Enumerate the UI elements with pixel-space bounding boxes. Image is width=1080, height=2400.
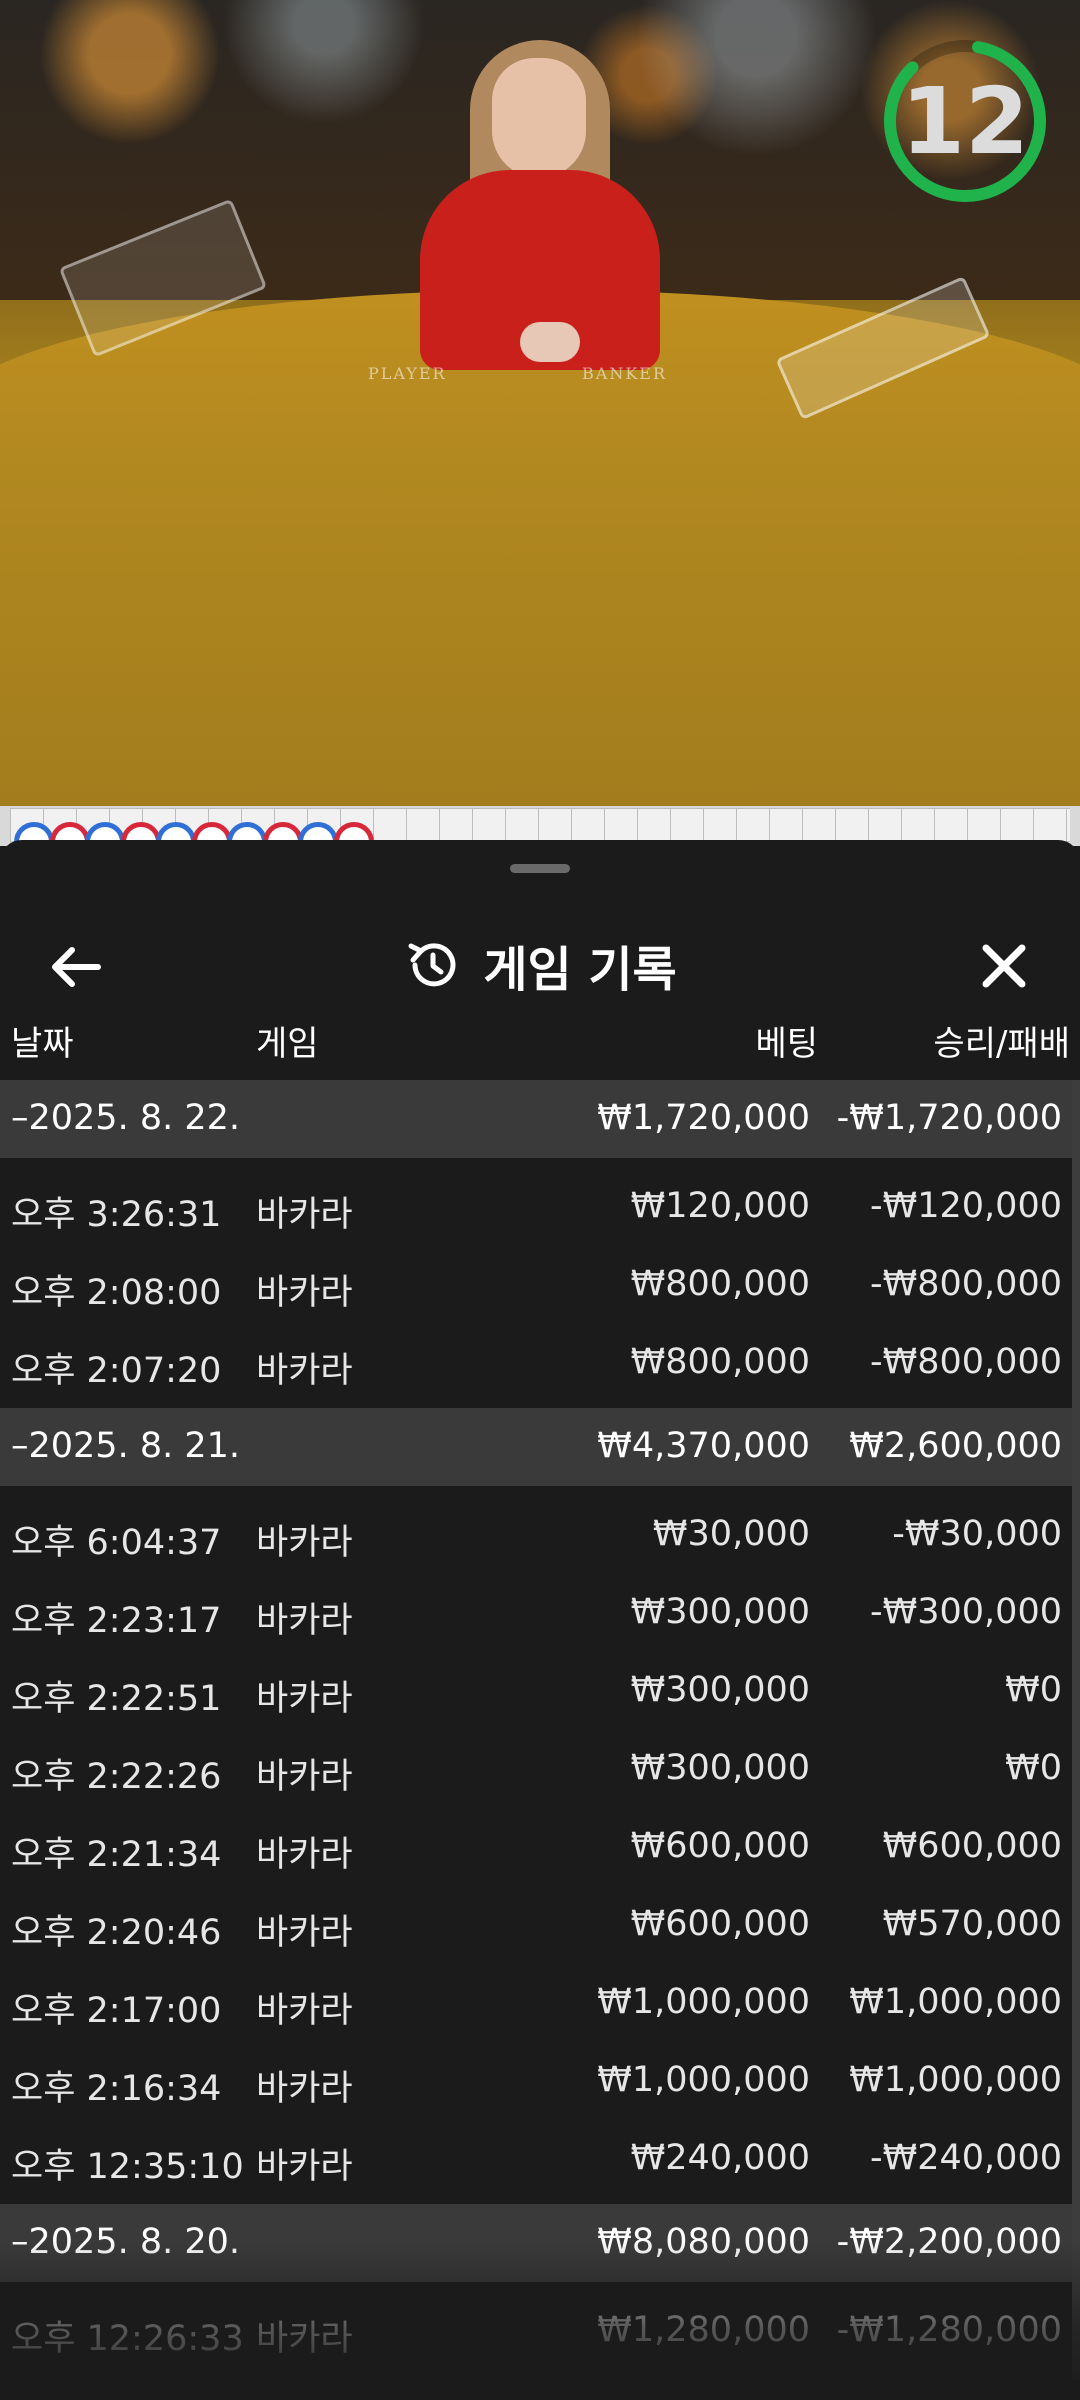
row-win-loss: ₩0: [1005, 1670, 1062, 1710]
row-win-loss: -₩800,000: [870, 1264, 1062, 1304]
table-row[interactable]: 오후 2:16:34 바카라 ₩1,000,000 ₩1,000,000: [0, 2040, 1072, 2118]
table-row[interactable]: 오후 6:04:37 바카라 ₩30,000 -₩30,000: [0, 1494, 1072, 1572]
row-game: 바카라: [256, 1273, 353, 1313]
scrollbar[interactable]: [1072, 1080, 1080, 2380]
group-win-total: -₩2,200,000: [836, 2222, 1062, 2262]
group-bet-total: ₩4,370,000: [597, 1426, 810, 1466]
row-game: 바카라: [256, 1195, 353, 1235]
sheet-title-group: 게임 기록: [0, 930, 1080, 1000]
sheet-header: 게임 기록: [0, 900, 1080, 1030]
column-header-row: 날짜 게임 베팅 승리/패배: [0, 1016, 1080, 1076]
column-header-win-loss: 승리/패배: [933, 1024, 1070, 1064]
row-bet: ₩1,000,000: [597, 2060, 810, 2100]
row-bet: ₩240,000: [630, 2138, 810, 2178]
table-row[interactable]: 오후 2:08:00 바카라 ₩800,000 -₩800,000: [0, 1244, 1072, 1322]
history-list[interactable]: –2025. 8. 22. ₩1,720,000 -₩1,720,000 오후 3:2…: [0, 1080, 1080, 2376]
table-row[interactable]: 오후 2:20:46 바카라 ₩600,000 ₩570,000: [0, 1884, 1072, 1962]
row-bet: ₩120,000: [630, 1186, 810, 1226]
row-time: 오후 12:35:10: [11, 2147, 244, 2187]
date-group-header[interactable]: –2025. 8. 21. ₩4,370,000 ₩2,600,000: [0, 1408, 1072, 1486]
row-win-loss: ₩600,000: [882, 1826, 1062, 1866]
row-win-loss: -₩300,000: [870, 1592, 1062, 1632]
row-game: 바카라: [256, 1835, 353, 1875]
felt-label-banker: BANKER: [582, 364, 667, 383]
live-video: PLAYER BANKER 12: [0, 0, 1080, 806]
row-game: 바카라: [256, 2319, 353, 2359]
close-icon: [982, 944, 1026, 988]
row-bet: ₩1,280,000: [597, 2310, 810, 2350]
game-history-sheet: 게임 기록 날짜 게임 베팅 승리/패배 –2025. 8. 22. ₩1,720…: [0, 840, 1080, 2400]
close-button[interactable]: [976, 938, 1032, 994]
row-time: 오후 12:26:33: [11, 2319, 244, 2359]
table-row[interactable]: 오후 2:22:26 바카라 ₩300,000 ₩0: [0, 1728, 1072, 1806]
row-bet: ₩300,000: [630, 1592, 810, 1632]
row-game: 바카라: [256, 1523, 353, 1563]
group-date: –2025. 8. 22.: [11, 1098, 241, 1138]
row-game: 바카라: [256, 1679, 353, 1719]
row-bet: ₩1,000,000: [597, 1982, 810, 2022]
row-win-loss: ₩570,000: [882, 1904, 1062, 1944]
group-win-total: -₩1,720,000: [836, 1098, 1062, 1138]
row-game: 바카라: [256, 2147, 353, 2187]
row-time: 오후 2:22:51: [11, 1679, 222, 1719]
row-win-loss: ₩1,000,000: [849, 1982, 1062, 2022]
row-game: 바카라: [256, 1913, 353, 1953]
group-bet-total: ₩1,720,000: [597, 1098, 810, 1138]
row-win-loss: ₩1,000,000: [849, 2060, 1062, 2100]
table-row[interactable]: 오후 2:22:51 바카라 ₩300,000 ₩0: [0, 1650, 1072, 1728]
row-time: 오후 2:22:26: [11, 1757, 222, 1797]
row-game: 바카라: [256, 1351, 353, 1391]
row-bet: ₩300,000: [630, 1670, 810, 1710]
table-row[interactable]: 오후 2:21:34 바카라 ₩600,000 ₩600,000: [0, 1806, 1072, 1884]
group-date: –2025. 8. 20.: [11, 2222, 241, 2262]
row-time: 오후 2:21:34: [11, 1835, 222, 1875]
row-time: 오후 2:20:46: [11, 1913, 222, 1953]
table-row[interactable]: 오후 2:17:00 바카라 ₩1,000,000 ₩1,000,000: [0, 1962, 1072, 2040]
row-time: 오후 6:04:37: [11, 1523, 222, 1563]
row-bet: ₩800,000: [630, 1264, 810, 1304]
row-game: 바카라: [256, 1757, 353, 1797]
row-bet: ₩600,000: [630, 1826, 810, 1866]
table-row[interactable]: 오후 2:23:17 바카라 ₩300,000 -₩300,000: [0, 1572, 1072, 1650]
row-bet: ₩800,000: [630, 1342, 810, 1382]
table-row[interactable]: 오후 3:26:31 바카라 ₩120,000 -₩120,000: [0, 1166, 1072, 1244]
row-time: 오후 2:17:00: [11, 1991, 222, 2031]
group-bet-total: ₩8,080,000: [597, 2222, 810, 2262]
row-bet: ₩30,000: [652, 1514, 810, 1554]
group-date: –2025. 8. 21.: [11, 1426, 241, 1466]
column-header-date: 날짜: [11, 1024, 74, 1064]
history-icon: [408, 943, 456, 987]
row-game: 바카라: [256, 1601, 353, 1641]
row-win-loss: ₩0: [1005, 1748, 1062, 1788]
countdown-timer: 12: [880, 36, 1050, 206]
row-time: 오후 2:07:20: [11, 1351, 222, 1391]
row-win-loss: -₩1,280,000: [836, 2310, 1062, 2350]
row-game: 바카라: [256, 1991, 353, 2031]
dealer-face: [492, 58, 586, 178]
table-row[interactable]: 오후 12:26:33 바카라 ₩1,280,000 -₩1,280,000: [0, 2290, 1072, 2368]
group-win-total: ₩2,600,000: [849, 1426, 1062, 1466]
table-row[interactable]: 오후 2:07:20 바카라 ₩800,000 -₩800,000: [0, 1322, 1072, 1400]
row-win-loss: -₩120,000: [870, 1186, 1062, 1226]
drag-handle[interactable]: [510, 864, 570, 873]
row-win-loss: -₩240,000: [870, 2138, 1062, 2178]
row-win-loss: -₩30,000: [892, 1514, 1062, 1554]
page-title: 게임 기록: [483, 942, 677, 998]
felt-label-player: PLAYER: [368, 364, 447, 383]
table-row[interactable]: 오후 12:35:10 바카라 ₩240,000 -₩240,000: [0, 2118, 1072, 2196]
date-group-header[interactable]: –2025. 8. 22. ₩1,720,000 -₩1,720,000: [0, 1080, 1072, 1158]
row-win-loss: -₩800,000: [870, 1342, 1062, 1382]
countdown-value: 12: [900, 67, 1030, 175]
row-game: 바카라: [256, 2069, 353, 2109]
row-time: 오후 2:23:17: [11, 1601, 222, 1641]
dealer-hands: [520, 322, 580, 362]
row-time: 오후 2:16:34: [11, 2069, 222, 2109]
date-group-header[interactable]: –2025. 8. 20. ₩8,080,000 -₩2,200,000: [0, 2204, 1072, 2282]
column-header-bet: 베팅: [755, 1024, 818, 1064]
row-time: 오후 3:26:31: [11, 1195, 222, 1235]
row-bet: ₩600,000: [630, 1904, 810, 1944]
column-header-game: 게임: [256, 1024, 319, 1064]
row-time: 오후 2:08:00: [11, 1273, 222, 1313]
row-bet: ₩300,000: [630, 1748, 810, 1788]
